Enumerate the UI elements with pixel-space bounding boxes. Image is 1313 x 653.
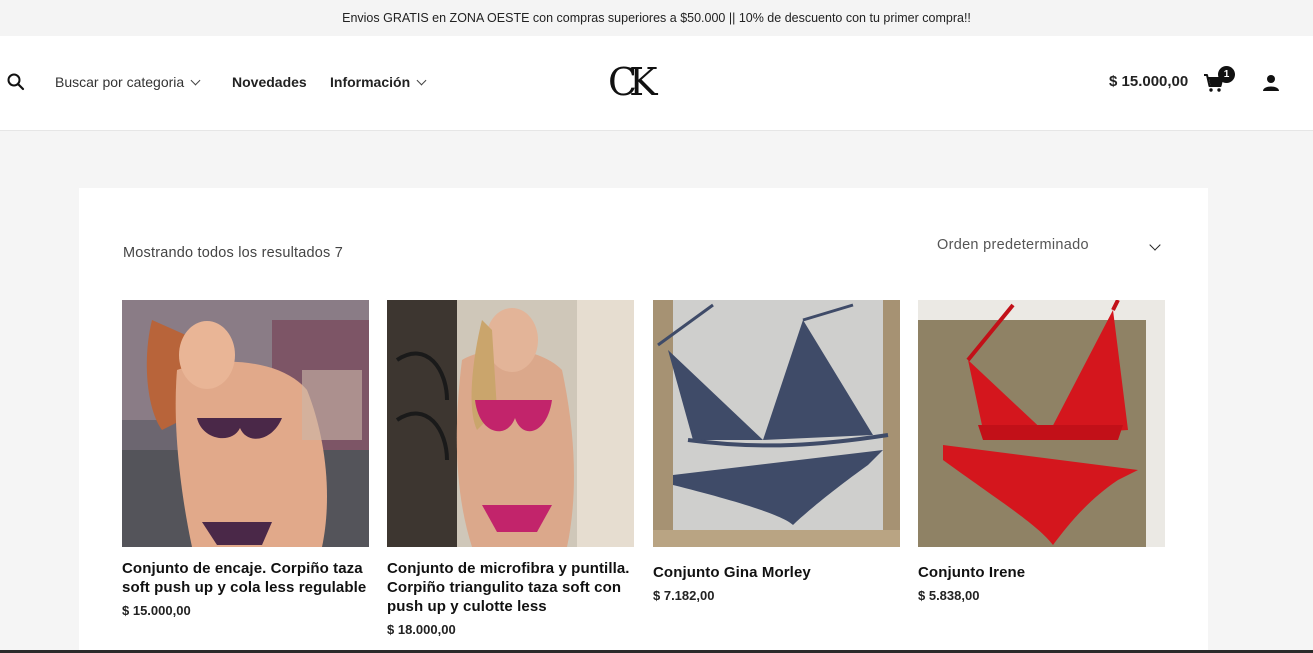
chevron-down-icon xyxy=(190,75,201,85)
nav-news-label: Novedades xyxy=(232,74,307,90)
nav-info-dropdown[interactable]: Información xyxy=(330,74,427,90)
nav-category-dropdown[interactable]: Buscar por categoria xyxy=(55,74,201,90)
nav-category-label: Buscar por categoria xyxy=(55,74,185,90)
product-image[interactable] xyxy=(387,300,634,547)
product-title[interactable]: Conjunto Irene xyxy=(918,563,1165,582)
cart-total[interactable]: $ 15.000,00 xyxy=(1109,73,1188,90)
product-price: $ 7.182,00 xyxy=(653,588,715,603)
search-icon[interactable] xyxy=(6,72,26,92)
product-card: Conjunto Irene $ 5.838,00 xyxy=(918,300,1165,603)
results-count: Mostrando todos los resultados 7 xyxy=(123,245,343,261)
product-image[interactable] xyxy=(918,300,1165,547)
cart-count-badge: 1 xyxy=(1218,66,1235,83)
nav-info-label: Información xyxy=(330,74,411,90)
product-image[interactable] xyxy=(122,300,369,547)
nav-news-link[interactable]: Novedades xyxy=(232,74,307,90)
product-image[interactable] xyxy=(653,300,900,547)
site-header: Buscar por categoria Novedades Informaci… xyxy=(0,36,1313,131)
product-card: Conjunto de encaje. Corpiño taza soft pu… xyxy=(122,300,369,618)
orderby-label: Orden predeterminado xyxy=(937,237,1089,253)
shop-panel: Mostrando todos los resultados 7 Orden p… xyxy=(79,188,1208,653)
orderby-select[interactable]: Orden predeterminado xyxy=(937,237,1167,261)
chevron-down-icon xyxy=(1149,239,1161,251)
product-title[interactable]: Conjunto de microfibra y puntilla. Corpi… xyxy=(387,559,634,616)
product-card: Conjunto de microfibra y puntilla. Corpi… xyxy=(387,300,634,637)
announcement-bar: Envios GRATIS en ZONA OESTE con compras … xyxy=(0,0,1313,36)
logo-text: CK xyxy=(608,60,658,104)
product-price: $ 5.838,00 xyxy=(918,588,980,603)
product-price: $ 15.000,00 xyxy=(122,603,191,618)
user-icon[interactable] xyxy=(1262,74,1280,92)
chevron-down-icon xyxy=(416,75,427,85)
product-title[interactable]: Conjunto Gina Morley xyxy=(653,563,900,582)
announcement-text: Envios GRATIS en ZONA OESTE con compras … xyxy=(342,11,971,25)
product-title[interactable]: Conjunto de encaje. Corpiño taza soft pu… xyxy=(122,559,369,597)
product-price: $ 18.000,00 xyxy=(387,622,456,637)
product-card: Conjunto Gina Morley $ 7.182,00 xyxy=(653,300,900,603)
site-logo[interactable]: CK xyxy=(608,60,666,104)
